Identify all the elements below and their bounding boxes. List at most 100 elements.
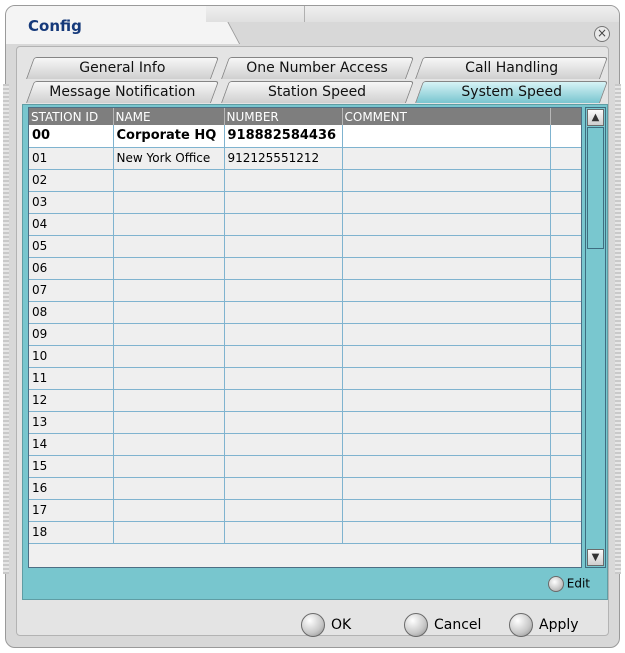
cell-name[interactable] <box>113 345 225 368</box>
scroll-up-icon[interactable]: ▲ <box>587 109 604 126</box>
table-row[interactable]: 13 <box>29 411 581 434</box>
table-row[interactable]: 17 <box>29 499 581 522</box>
header-number[interactable]: NUMBER <box>224 108 343 125</box>
cell-comment[interactable] <box>342 125 551 148</box>
cell-station-id[interactable]: 10 <box>29 345 114 368</box>
cell-extra[interactable] <box>550 323 581 346</box>
cell-number[interactable]: 912125551212 <box>224 147 343 170</box>
table-row[interactable]: 18 <box>29 521 581 544</box>
table-row[interactable]: 10 <box>29 345 581 368</box>
cell-station-id[interactable]: 02 <box>29 169 114 192</box>
cell-name[interactable] <box>113 433 225 456</box>
cell-extra[interactable] <box>550 257 581 280</box>
header-station-id[interactable]: STATION ID <box>29 108 114 125</box>
cell-station-id[interactable]: 08 <box>29 301 114 324</box>
cell-extra[interactable] <box>550 235 581 258</box>
cell-number[interactable] <box>224 191 343 214</box>
cell-extra[interactable] <box>550 433 581 456</box>
tab-system-speed[interactable]: System Speed <box>411 81 612 103</box>
cell-station-id[interactable]: 04 <box>29 213 114 236</box>
cell-comment[interactable] <box>342 235 551 258</box>
cell-number[interactable]: 918882584436 <box>224 125 343 148</box>
cell-number[interactable] <box>224 323 343 346</box>
cell-extra[interactable] <box>550 345 581 368</box>
cell-comment[interactable] <box>342 477 551 500</box>
cell-name[interactable]: New York Office <box>113 147 225 170</box>
vertical-scrollbar[interactable]: ▲ ▼ <box>585 107 606 568</box>
cell-number[interactable] <box>224 301 343 324</box>
cell-number[interactable] <box>224 499 343 522</box>
cell-name[interactable] <box>113 257 225 280</box>
cell-comment[interactable] <box>342 389 551 412</box>
cell-extra[interactable] <box>550 521 581 544</box>
table-row[interactable]: 00 Corporate HQ 918882584436 <box>29 125 581 148</box>
tab-one-number-access[interactable]: One Number Access <box>217 57 418 79</box>
apply-button[interactable]: Apply <box>509 612 579 638</box>
cell-extra[interactable] <box>550 213 581 236</box>
table-row[interactable]: 03 <box>29 191 581 214</box>
cell-extra[interactable] <box>550 279 581 302</box>
table-row[interactable]: 02 <box>29 169 581 192</box>
cell-extra[interactable] <box>550 389 581 412</box>
table-row[interactable]: 08 <box>29 301 581 324</box>
table-row[interactable]: 04 <box>29 213 581 236</box>
cell-number[interactable] <box>224 455 343 478</box>
cell-comment[interactable] <box>342 147 551 170</box>
cell-station-id[interactable]: 17 <box>29 499 114 522</box>
cell-name[interactable] <box>113 301 225 324</box>
cell-station-id[interactable]: 18 <box>29 521 114 544</box>
cell-number[interactable] <box>224 279 343 302</box>
ok-button[interactable]: OK <box>301 612 351 638</box>
cell-comment[interactable] <box>342 433 551 456</box>
cell-name[interactable] <box>113 169 225 192</box>
cell-number[interactable] <box>224 235 343 258</box>
cell-station-id[interactable]: 09 <box>29 323 114 346</box>
cell-extra[interactable] <box>550 125 581 148</box>
cell-number[interactable] <box>224 257 343 280</box>
cell-comment[interactable] <box>342 301 551 324</box>
cell-comment[interactable] <box>342 257 551 280</box>
cell-comment[interactable] <box>342 455 551 478</box>
tab-message-notification[interactable]: Message Notification <box>22 81 223 103</box>
header-name[interactable]: NAME <box>113 108 225 125</box>
scroll-thumb[interactable] <box>587 127 604 249</box>
table-row[interactable]: 05 <box>29 235 581 258</box>
cell-extra[interactable] <box>550 499 581 522</box>
table-row[interactable]: 06 <box>29 257 581 280</box>
tab-station-speed[interactable]: Station Speed <box>217 81 418 103</box>
table-row[interactable]: 12 <box>29 389 581 412</box>
cell-station-id[interactable]: 11 <box>29 367 114 390</box>
cancel-button[interactable]: Cancel <box>404 612 481 638</box>
table-row[interactable]: 15 <box>29 455 581 478</box>
cell-name[interactable] <box>113 213 225 236</box>
header-comment[interactable]: COMMENT <box>342 108 551 125</box>
cell-comment[interactable] <box>342 279 551 302</box>
cell-number[interactable] <box>224 213 343 236</box>
cell-extra[interactable] <box>550 367 581 390</box>
cell-number[interactable] <box>224 345 343 368</box>
cell-number[interactable] <box>224 521 343 544</box>
cell-station-id[interactable]: 07 <box>29 279 114 302</box>
cell-number[interactable] <box>224 389 343 412</box>
cell-name[interactable] <box>113 367 225 390</box>
cell-comment[interactable] <box>342 345 551 368</box>
cell-number[interactable] <box>224 477 343 500</box>
cell-name[interactable] <box>113 191 225 214</box>
cell-name[interactable] <box>113 499 225 522</box>
cell-name[interactable] <box>113 521 225 544</box>
cell-station-id[interactable]: 13 <box>29 411 114 434</box>
cell-comment[interactable] <box>342 411 551 434</box>
cell-station-id[interactable]: 06 <box>29 257 114 280</box>
cell-name[interactable] <box>113 279 225 302</box>
cell-extra[interactable] <box>550 455 581 478</box>
cell-number[interactable] <box>224 169 343 192</box>
cell-name[interactable] <box>113 411 225 434</box>
table-row[interactable]: 01 New York Office 912125551212 <box>29 147 581 170</box>
cell-station-id[interactable]: 16 <box>29 477 114 500</box>
cell-extra[interactable] <box>550 301 581 324</box>
cell-comment[interactable] <box>342 367 551 390</box>
cell-station-id[interactable]: 00 <box>29 125 114 148</box>
cell-station-id[interactable]: 15 <box>29 455 114 478</box>
scroll-down-icon[interactable]: ▼ <box>587 549 604 566</box>
cell-comment[interactable] <box>342 169 551 192</box>
